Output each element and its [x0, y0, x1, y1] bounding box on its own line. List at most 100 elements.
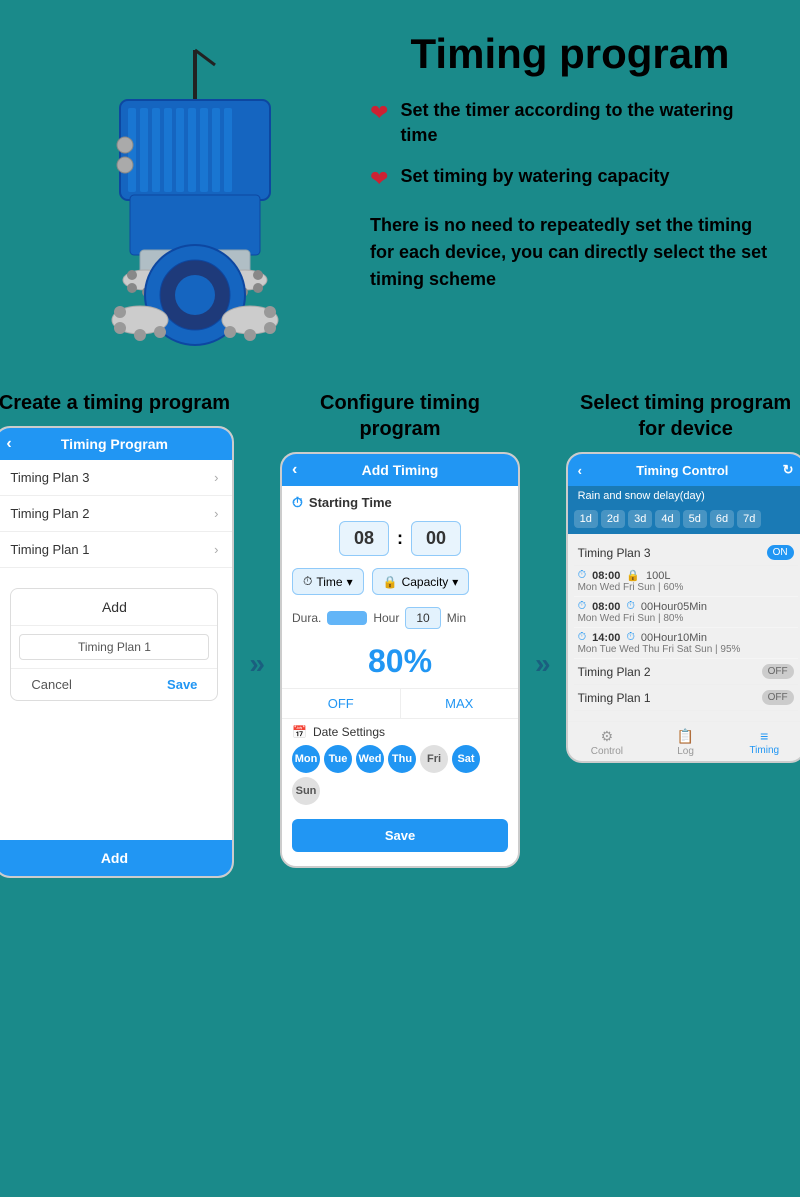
rain-delay-section: Rain and snow delay(day) 1d 2d 3d 4d 5d … — [568, 486, 800, 534]
schedule-2: ⏱ 08:00 ⏱ 00Hour05Min Mon Wed Fri Sun | … — [574, 597, 798, 628]
schedule-cap-icon-1: 🔒 — [626, 569, 640, 582]
arrow-icon-3: › — [214, 470, 218, 485]
add-dialog-input: Timing Plan 1 — [11, 626, 217, 669]
chevron-down-icon-2: ▾ — [452, 575, 458, 589]
day-tab-3d[interactable]: 3d — [628, 510, 652, 528]
toggle-on-3[interactable]: ON — [767, 545, 794, 560]
step-3-title: Select timing program for device — [566, 390, 800, 442]
selector-row: ⏱ Time ▾ 🔒 Capacity ▾ — [282, 562, 518, 601]
s-days-3: Mon Tue Wed Thu Fri Sat Sun | 95% — [578, 644, 794, 655]
phone-2-body: ⏱ Starting Time 08 : 00 ⏱ Time ▾ — [282, 486, 518, 866]
footer-tab-timing[interactable]: ≡ Timing — [725, 728, 800, 757]
plan-item-3[interactable]: Timing Plan 3 › — [0, 460, 232, 496]
day-sat[interactable]: Sat — [452, 745, 480, 773]
day-fri[interactable]: Fri — [420, 745, 448, 773]
chevron-down-icon-1: ▾ — [347, 575, 353, 589]
day-tab-6d[interactable]: 6d — [710, 510, 734, 528]
time-colon: : — [397, 528, 403, 549]
schedule-time-row-2: ⏱ 08:00 ⏱ 00Hour05Min — [578, 600, 794, 613]
day-tue[interactable]: Tue — [324, 745, 352, 773]
day-tab-7d[interactable]: 7d — [737, 510, 761, 528]
step-1: Create a timing program ‹ Timing Program… — [0, 390, 234, 878]
clock-small-icon: ⏱ — [303, 574, 312, 589]
phone-2-header: ‹ Add Timing — [282, 454, 518, 486]
step-1-title: Create a timing program — [0, 390, 230, 416]
timing-icon: ≡ — [725, 728, 800, 744]
arrow-icon-2: › — [214, 506, 218, 521]
footer-tab-log[interactable]: 📋 Log — [646, 728, 725, 757]
phone-2: ‹ Add Timing ⏱ Starting Time 08 : 00 — [280, 452, 520, 868]
time-selector[interactable]: ⏱ Time ▾ — [292, 568, 364, 595]
starting-time-label: ⏱ Starting Time — [282, 486, 518, 515]
clock-icon: ⏱ — [292, 494, 303, 511]
day-tab-4d[interactable]: 4d — [655, 510, 679, 528]
bullet-item-2: ❤ Set timing by watering capacity — [370, 164, 770, 192]
plan-3-name: Timing Plan 3 — [578, 546, 651, 560]
plan-item-2[interactable]: Timing Plan 2 › — [0, 496, 232, 532]
timing-plan-input[interactable]: Timing Plan 1 — [19, 634, 209, 660]
phone-1-body: Timing Plan 3 › Timing Plan 2 › Timing P… — [0, 460, 232, 840]
s-time-1: 08:00 — [592, 570, 620, 582]
plan-item-1[interactable]: Timing Plan 1 › — [0, 532, 232, 568]
day-tab-5d[interactable]: 5d — [683, 510, 707, 528]
back-arrow-3[interactable]: ‹ — [578, 463, 582, 478]
back-arrow-2[interactable]: ‹ — [292, 461, 297, 479]
top-section: Timing program ❤ Set the timer according… — [0, 0, 800, 380]
toggle-off-1[interactable]: OFF — [762, 690, 794, 705]
plan-2-name: Timing Plan 2 — [578, 665, 651, 679]
tc-body: Timing Plan 3 ON ⏱ 08:00 🔒 100L Mon Wed … — [568, 534, 800, 717]
schedule-clock-1: ⏱ — [578, 569, 587, 582]
bullet-text-2: Set timing by watering capacity — [400, 164, 669, 189]
phone-1-header: ‹ Timing Program — [0, 428, 232, 460]
schedule-cap-icon-2: ⏱ — [626, 600, 635, 613]
schedule-clock-3: ⏱ — [578, 631, 587, 644]
toggle-off-2[interactable]: OFF — [762, 664, 794, 679]
day-tab-2d[interactable]: 2d — [601, 510, 625, 528]
control-icon: ⚙ — [568, 728, 647, 745]
steps-row: Create a timing program ‹ Timing Program… — [20, 390, 780, 878]
schedule-time-row-3: ⏱ 14:00 ⏱ 00Hour10Min — [578, 631, 794, 644]
schedule-clock-2: ⏱ — [578, 600, 587, 613]
page-title: Timing program — [370, 30, 770, 78]
day-thu[interactable]: Thu — [388, 745, 416, 773]
plan-toggle-1: Timing Plan 1 OFF — [574, 685, 798, 711]
minute-box[interactable]: 00 — [411, 521, 461, 556]
calendar-icon: 📅 — [292, 725, 307, 739]
max-button[interactable]: MAX — [401, 689, 519, 718]
refresh-icon[interactable]: ↻ — [783, 462, 794, 478]
add-footer-button[interactable]: Add — [0, 840, 232, 876]
heart-icon-2: ❤ — [370, 166, 388, 192]
heart-icon-1: ❤ — [370, 100, 388, 126]
phone-3-header: ‹ Timing Control ↻ — [568, 454, 800, 486]
step-2: Configure timing program ‹ Add Timing ⏱ … — [280, 390, 520, 878]
day-tab-1d[interactable]: 1d — [574, 510, 598, 528]
phone-3: ‹ Timing Control ↻ Rain and snow delay(d… — [566, 452, 800, 763]
footer-tab-control[interactable]: ⚙ Control — [568, 728, 647, 757]
arrows-2: » — [535, 648, 551, 680]
rain-delay-label: Rain and snow delay(day) — [568, 486, 800, 506]
hour-box[interactable]: 08 — [339, 521, 389, 556]
add-dialog-title: Add — [11, 589, 217, 626]
day-sun[interactable]: Sun — [292, 777, 320, 805]
capacity-selector[interactable]: 🔒 Capacity ▾ — [372, 568, 470, 595]
phone-2-save-button[interactable]: Save — [292, 819, 508, 852]
dura-min-value[interactable]: 10 — [405, 607, 440, 629]
off-button[interactable]: OFF — [282, 689, 401, 718]
arrow-icon-1: › — [214, 542, 218, 557]
phone-1: ‹ Timing Program Timing Plan 3 › Timing … — [0, 426, 234, 878]
cancel-button[interactable]: Cancel — [31, 677, 71, 692]
save-button[interactable]: Save — [167, 677, 197, 692]
step-3: Select timing program for device ‹ Timin… — [566, 390, 800, 878]
day-wed[interactable]: Wed — [356, 745, 384, 773]
arrows-1: » — [249, 648, 265, 680]
phone-3-footer: ⚙ Control 📋 Log ≡ Timing — [568, 721, 800, 761]
percent-display: 80% — [282, 635, 518, 688]
schedule-cap-icon-3: ⏱ — [626, 631, 635, 644]
log-icon: 📋 — [646, 728, 725, 745]
back-arrow-1[interactable]: ‹ — [6, 435, 11, 453]
day-mon[interactable]: Mon — [292, 745, 320, 773]
date-settings: 📅 Date Settings Mon Tue Wed Thu Fri Sat … — [282, 719, 518, 811]
plan-1-name: Timing Plan 1 — [578, 691, 651, 705]
add-dialog-actions: Cancel Save — [11, 669, 217, 700]
bullet-item-1: ❤ Set the timer according to the waterin… — [370, 98, 770, 148]
